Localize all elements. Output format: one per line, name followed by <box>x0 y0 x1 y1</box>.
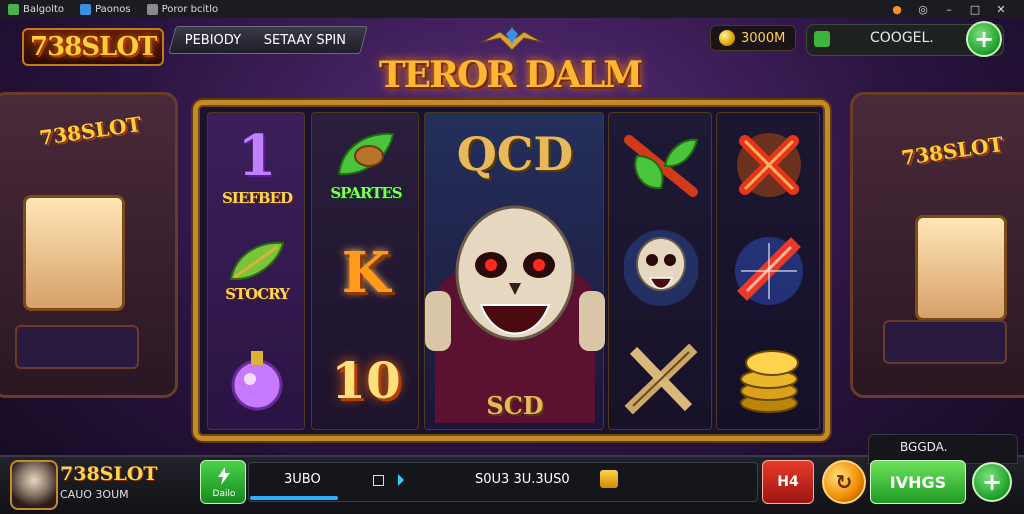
mode-right-label[interactable]: SETAAY SPIN <box>253 33 357 48</box>
tab-label: Balgolto <box>23 3 65 15</box>
reel-symbol-k: K <box>341 240 391 306</box>
autoplay-checkbox[interactable] <box>373 475 384 486</box>
reel-symbol <box>609 221 713 321</box>
browser-tab-3[interactable]: Poror bcitlo <box>139 0 227 18</box>
reel-2: SPARTES K 10 <box>311 112 419 430</box>
coin-value: 3000M <box>741 30 786 46</box>
reel-symbol <box>717 333 821 425</box>
coin-counter: 3000M <box>710 25 796 51</box>
tab-label: Paonos <box>95 3 131 15</box>
reel-symbol <box>609 333 713 425</box>
reel-symbol-qcd: QCD <box>456 127 574 181</box>
gold-coins-icon <box>740 350 799 413</box>
leaf-icon <box>229 241 285 281</box>
reel-3: QCD SCD <box>424 112 605 430</box>
maximize-icon[interactable]: □ <box>968 3 982 16</box>
mode-selector[interactable]: PEBIODY SETAAY SPIN <box>168 26 368 54</box>
max-bet-button[interactable]: H4 <box>762 460 814 504</box>
coin-icon <box>719 30 735 46</box>
machine-label: 738SLOT <box>899 131 1005 171</box>
win-text: S0U3 3U.3US0 <box>475 472 570 487</box>
mode-left-label[interactable]: PEBIODY <box>173 33 253 48</box>
wallet-icon <box>814 31 830 47</box>
machine-screen <box>915 215 1007 321</box>
close-icon[interactable]: ✕ <box>994 3 1008 16</box>
avatar[interactable] <box>10 460 58 510</box>
crystal-x-icon <box>735 237 803 305</box>
daily-button[interactable]: Dailo <box>200 460 246 504</box>
machine-label: 738SLOT <box>37 111 143 151</box>
reel-4 <box>608 112 712 430</box>
game-tab-icon <box>8 3 19 15</box>
add-bet-button[interactable]: + <box>972 462 1012 502</box>
browser-tab-2[interactable]: Paonos <box>72 0 139 18</box>
reel-1: 1 SIEFBED STOCRY <box>207 112 305 430</box>
crest-icon <box>481 24 543 51</box>
lightning-icon <box>218 467 230 485</box>
fire-x-icon <box>737 133 801 197</box>
reel-symbol: 1 SIEFBED <box>221 123 293 207</box>
reel-symbol-scd: SCD <box>486 390 544 420</box>
browser-tab-1[interactable]: Balgolto <box>0 0 72 18</box>
progress-bar <box>250 496 338 500</box>
tab-label: Poror bcitlo <box>161 3 219 15</box>
gift-icon[interactable] <box>600 470 618 488</box>
brand-logo: 738SLOT <box>22 28 165 66</box>
bet-value: 3UBO <box>284 472 321 487</box>
crossed-swords-icon <box>624 344 698 414</box>
page-tab-icon <box>80 3 92 15</box>
reel-symbol <box>717 221 821 321</box>
play-icon[interactable] <box>398 474 404 486</box>
balance-text: COOGEL. <box>870 30 934 46</box>
settings-icon[interactable]: ◎ <box>916 3 930 16</box>
bottom-brand-sub: CAUO 3OUM <box>60 488 129 501</box>
refresh-icon: ↻ <box>835 470 853 494</box>
page-tab-icon <box>146 3 158 15</box>
left-slot-machine: 738SLOT <box>0 92 178 398</box>
record-icon[interactable]: ● <box>890 3 904 16</box>
bottom-brand: 738SLOT <box>60 463 158 485</box>
potion-icon <box>231 351 283 411</box>
window-bar: Balgolto Paonos Poror bcitlo ● ◎ – □ ✕ <box>0 0 1024 18</box>
reel-symbol <box>216 335 298 425</box>
daily-label: Dailo <box>212 489 236 499</box>
machine-screen <box>23 195 125 311</box>
reel-5 <box>716 112 820 430</box>
minimize-icon[interactable]: – <box>942 3 956 16</box>
reel-symbol <box>609 119 713 211</box>
reel-symbol <box>717 119 821 211</box>
machine-panel <box>15 325 139 369</box>
reel-symbol: SPARTES <box>316 117 416 213</box>
coin-button[interactable]: ↻ <box>822 460 866 504</box>
reel-symbol: STOCRY <box>216 225 298 317</box>
right-slot-machine: 738SLOT <box>850 92 1024 398</box>
spin-button[interactable]: IVHGS <box>870 460 966 504</box>
small-skull-icon <box>624 230 698 306</box>
shield-leaf-icon <box>337 132 395 176</box>
leaf-cross-icon <box>624 135 699 197</box>
add-funds-button[interactable]: + <box>966 21 1002 57</box>
spin-panel-label: BGGDA. <box>900 440 948 454</box>
machine-panel <box>883 320 1007 364</box>
reel-symbol-10: 10 <box>331 350 401 410</box>
